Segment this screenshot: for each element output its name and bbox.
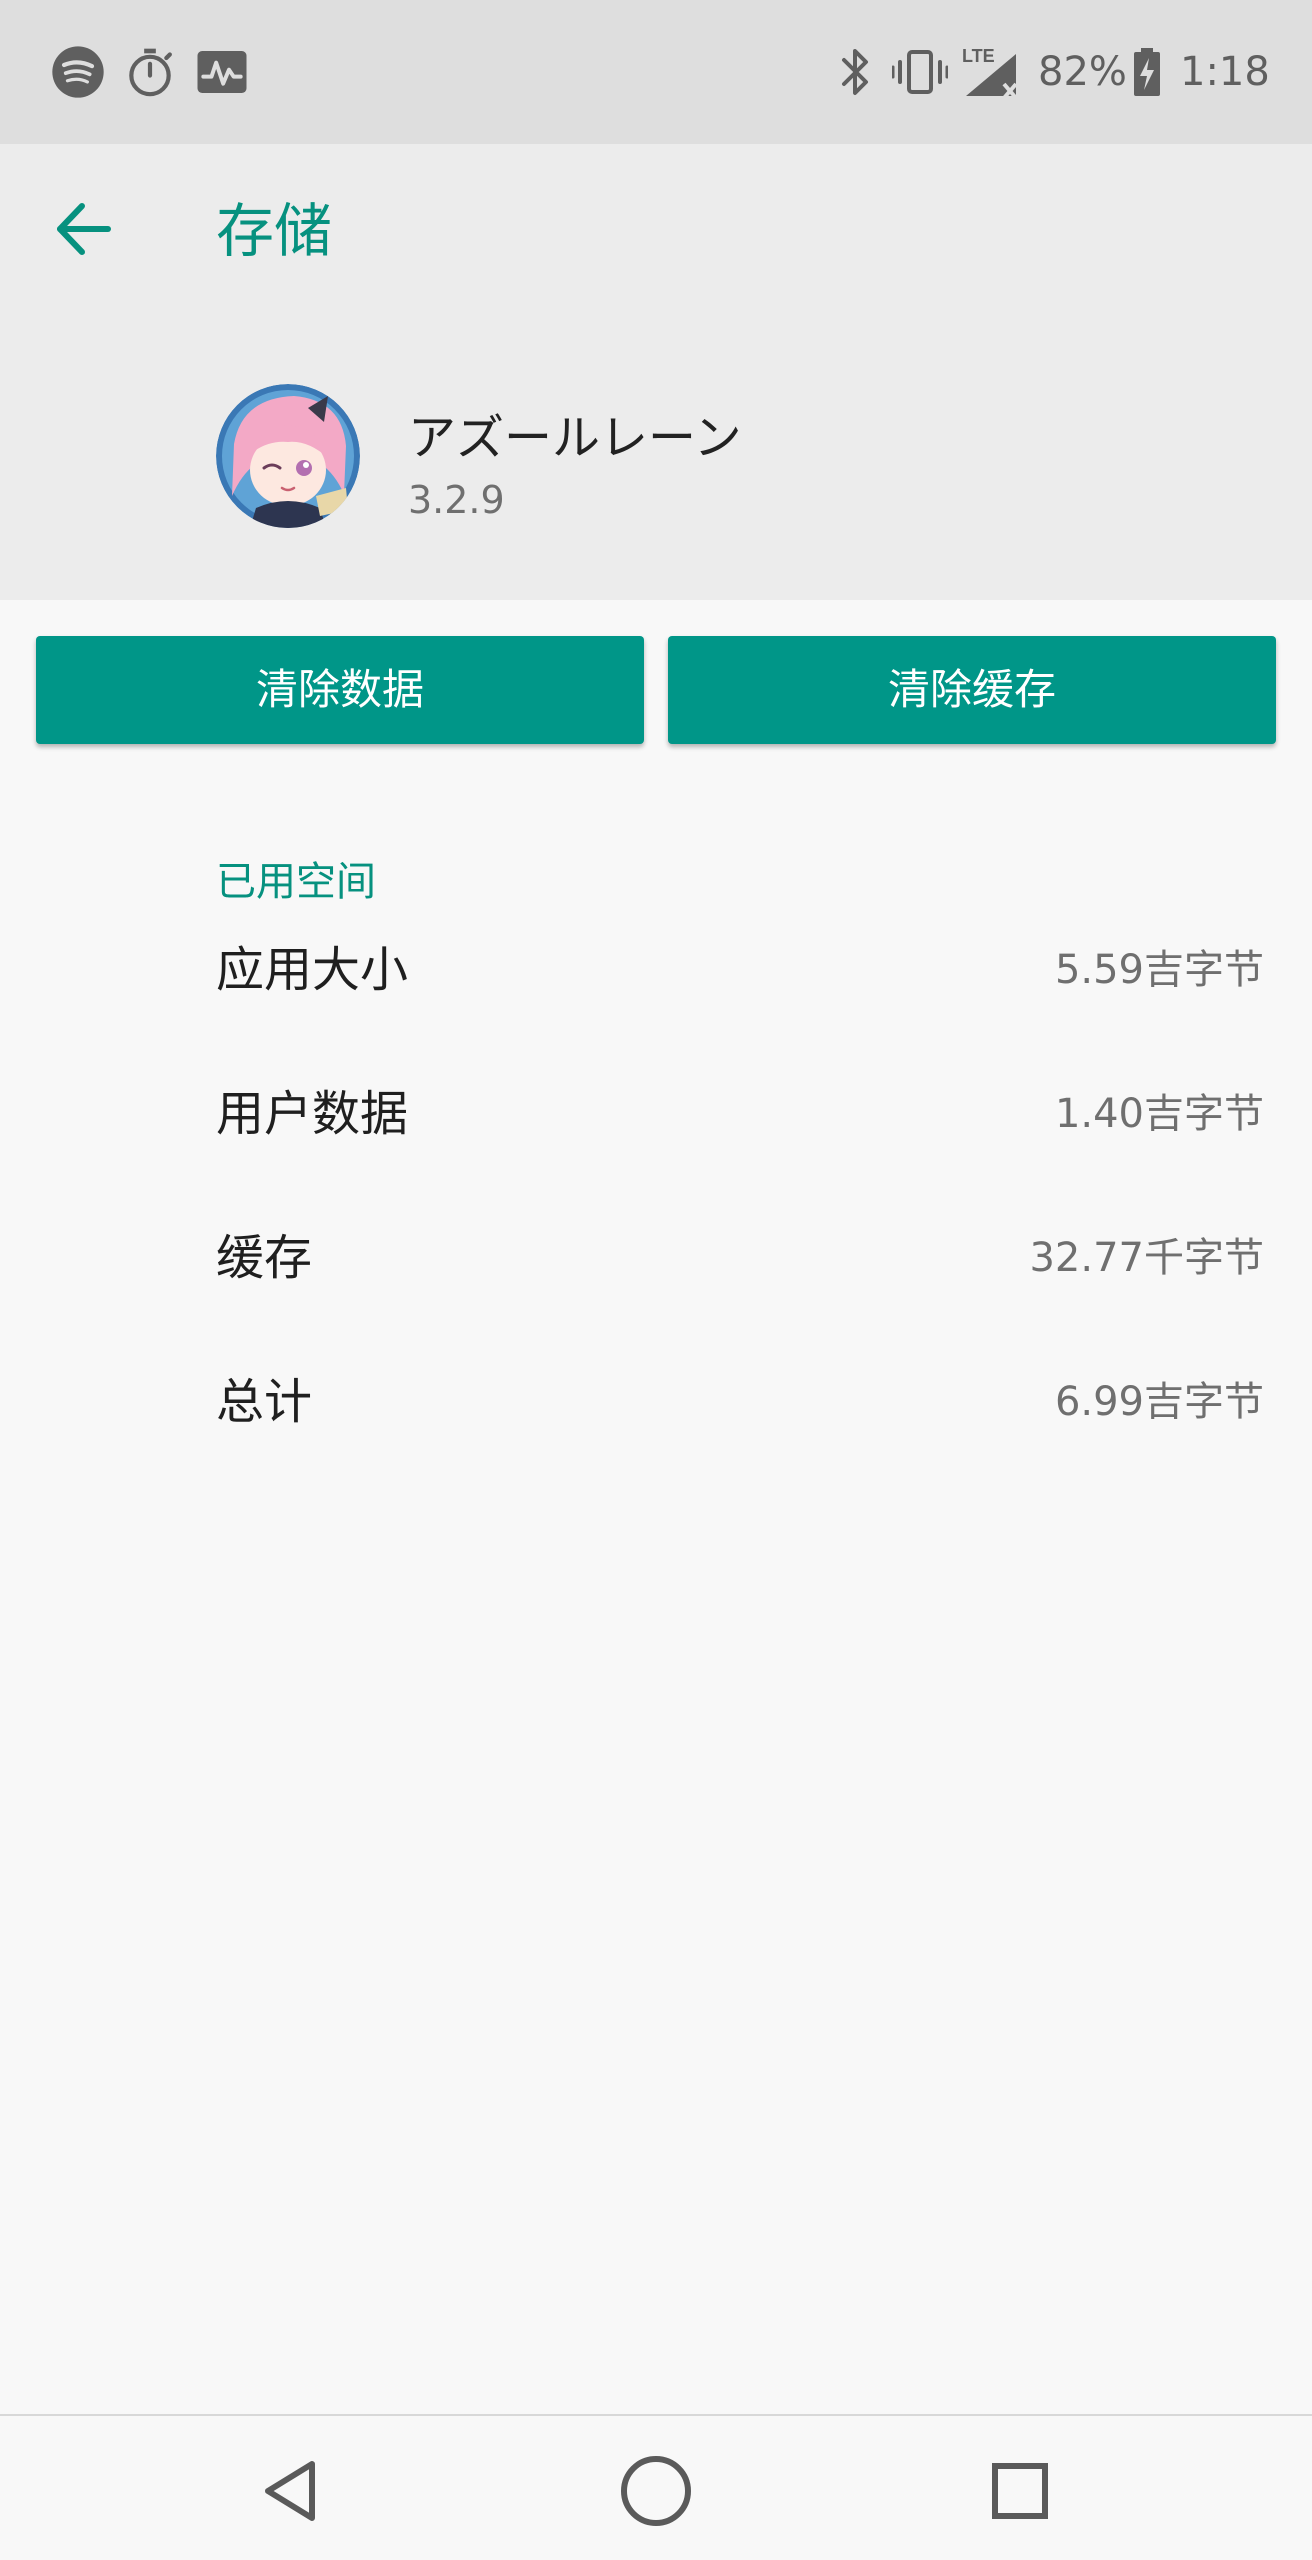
back-triangle-icon[interactable]: [246, 2446, 336, 2536]
clear-cache-button[interactable]: 清除缓存: [668, 636, 1276, 744]
storage-row-value: 32.77千字节: [1029, 1235, 1264, 1281]
storage-row-user-data: 用户数据 1.40吉字节: [0, 1064, 1312, 1164]
storage-row-value: 5.59吉字节: [1054, 947, 1264, 993]
activity-monitor-icon: [197, 51, 247, 93]
app-name: アズールレーン: [408, 410, 742, 466]
clock: 1:18: [1180, 49, 1270, 95]
stopwatch-icon: [129, 48, 172, 97]
bluetooth-icon: [842, 49, 868, 95]
home-circle-icon[interactable]: [611, 2446, 701, 2536]
storage-row-label: 缓存: [216, 1230, 313, 1286]
arrow-left-icon[interactable]: [42, 186, 128, 272]
app-version: 3.2.9: [408, 478, 505, 522]
battery-charging-icon: [1134, 48, 1160, 96]
storage-row-label: 总计: [216, 1374, 313, 1430]
app-icon: [216, 384, 360, 528]
lte-label: LTE: [962, 46, 995, 66]
clear-data-button[interactable]: 清除数据: [36, 636, 644, 744]
battery-percent: 82%: [1038, 49, 1127, 95]
recents-square-icon[interactable]: [975, 2446, 1065, 2536]
storage-row-total: 总计 6.99吉字节: [0, 1352, 1312, 1452]
storage-section-title: 已用空间: [216, 859, 376, 905]
vibrate-icon: [892, 50, 948, 94]
storage-row-label: 用户数据: [216, 1086, 409, 1142]
app-header: 存储 アズールレーン 3.2.9: [0, 144, 1312, 600]
storage-row-label: 应用大小: [216, 942, 409, 998]
storage-row-value: 1.40吉字节: [1054, 1091, 1264, 1137]
storage-row-app-size: 应用大小 5.59吉字节: [0, 920, 1312, 1020]
status-bar: LTE 82% 1:18: [0, 0, 1312, 144]
lte-signal-icon: LTE: [962, 46, 1018, 100]
storage-row-cache: 缓存 32.77千字节: [0, 1208, 1312, 1308]
navigation-bar: [0, 2414, 1312, 2560]
spotify-icon: [52, 46, 104, 98]
page-title: 存储: [216, 197, 333, 265]
storage-row-value: 6.99吉字节: [1054, 1379, 1264, 1425]
